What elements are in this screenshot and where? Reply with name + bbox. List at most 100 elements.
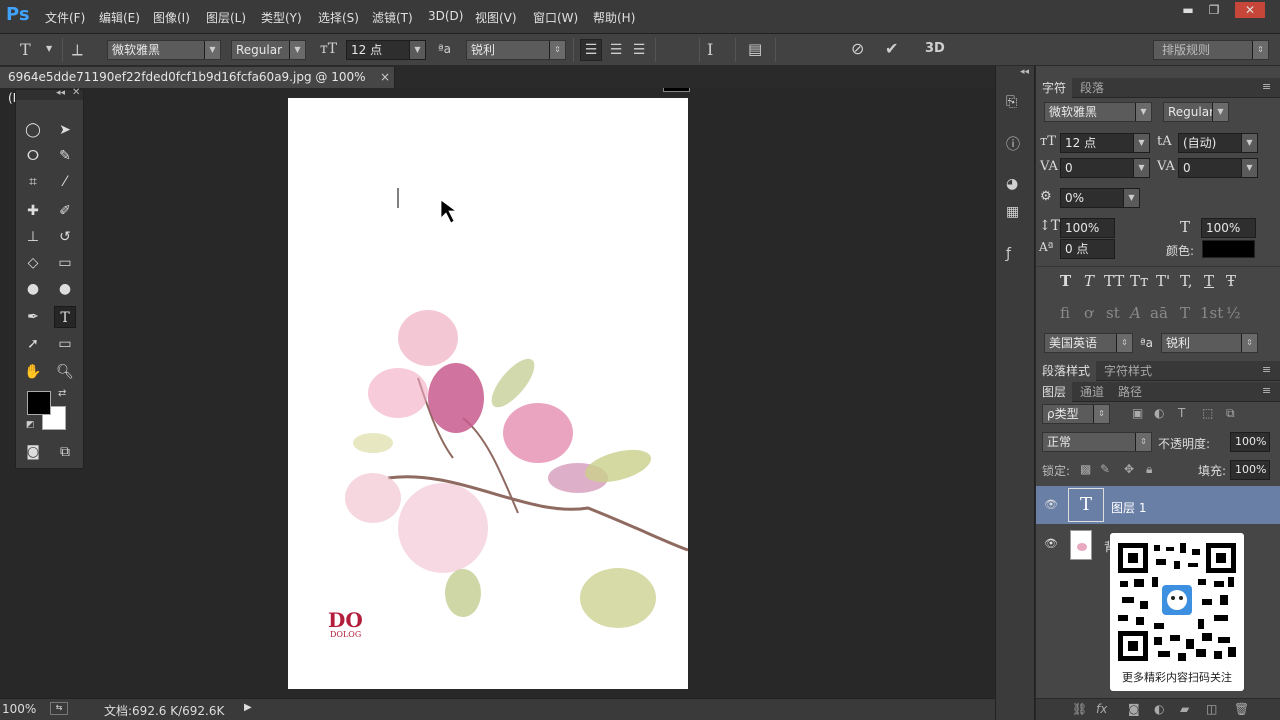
char-tracking-select[interactable]: 0 ▼ bbox=[1178, 158, 1258, 178]
filter-smart-icon[interactable]: ⧉ bbox=[1226, 406, 1235, 421]
lock-transparent-icon[interactable]: ▩ bbox=[1080, 462, 1091, 476]
subscript-icon[interactable]: T, bbox=[1180, 272, 1193, 290]
layer-name[interactable]: 图层 1 bbox=[1111, 499, 1146, 516]
char-scale-select[interactable]: 0% ▼ bbox=[1060, 188, 1140, 208]
preset-dropdown-icon[interactable]: ▼ bbox=[46, 44, 52, 53]
screen-mode-icon[interactable]: ⧉ bbox=[54, 441, 76, 463]
antialias-select[interactable]: 锐利 ⇕ bbox=[466, 40, 566, 60]
3d-button[interactable]: 3D bbox=[925, 41, 945, 56]
history-brush-icon[interactable]: ↺ bbox=[54, 226, 76, 248]
qr-code-overlay[interactable]: 更多精彩内容扫码关注 bbox=[1110, 533, 1244, 691]
ligatures-icon[interactable]: fi bbox=[1060, 304, 1070, 322]
healing-brush-icon[interactable]: ✚ bbox=[22, 200, 44, 222]
tab-character[interactable]: 字符 bbox=[1036, 78, 1073, 98]
lock-pixels-icon[interactable]: ✎ bbox=[1100, 462, 1110, 476]
opacity-input[interactable]: 100% bbox=[1230, 432, 1270, 452]
char-size-select[interactable]: 12 点 ▼ bbox=[1060, 133, 1150, 153]
font-family-select[interactable]: 微软雅黑 ▼ bbox=[107, 40, 221, 60]
filter-type-icon[interactable]: T bbox=[1178, 406, 1185, 420]
menu-window[interactable]: 窗口(W) bbox=[533, 9, 578, 26]
close-tab-icon[interactable]: × bbox=[380, 67, 390, 88]
char-font-family-select[interactable]: 微软雅黑 ▼ bbox=[1044, 102, 1152, 122]
swatches-panel-icon[interactable]: ▦ bbox=[1006, 204, 1019, 220]
rectangle-icon[interactable]: ▭ bbox=[54, 333, 76, 355]
char-font-style-select[interactable]: Regular ▼ bbox=[1163, 102, 1229, 122]
fill-input[interactable]: 100% bbox=[1230, 460, 1270, 480]
type-tool-preset-icon[interactable]: T bbox=[20, 40, 31, 59]
clone-stamp-icon[interactable]: ⊥ bbox=[22, 226, 44, 248]
pen-icon[interactable]: ✒ bbox=[22, 306, 44, 328]
brush-icon[interactable]: ✐ bbox=[54, 200, 76, 222]
menu-select[interactable]: 选择(S) bbox=[318, 9, 359, 26]
lock-position-icon[interactable]: ✥ bbox=[1124, 462, 1134, 476]
status-menu-arrow-icon[interactable]: ▶ bbox=[244, 702, 252, 713]
tab-layers[interactable]: 图层 bbox=[1036, 382, 1073, 402]
eraser-icon[interactable]: ◇ bbox=[22, 252, 44, 274]
layer-style-icon[interactable]: fx bbox=[1096, 702, 1107, 716]
blend-mode-select[interactable]: 正常 ⇕ bbox=[1042, 432, 1152, 452]
swash-icon[interactable]: A bbox=[1130, 304, 1141, 322]
char-antialias-select[interactable]: 锐利 ⇕ bbox=[1161, 333, 1258, 353]
character-panel-icon[interactable]: ▤ bbox=[748, 40, 762, 58]
align-left-icon[interactable]: ☰ bbox=[580, 39, 602, 61]
close-button[interactable]: ✕ bbox=[1235, 2, 1265, 18]
small-caps-icon[interactable]: Tт bbox=[1130, 272, 1148, 290]
styles-panel-icon[interactable]: ƒ bbox=[1006, 246, 1011, 262]
panel-menu-icon[interactable]: ≡ bbox=[1262, 384, 1271, 397]
underline-icon[interactable]: T bbox=[1204, 272, 1214, 290]
all-caps-icon[interactable]: TT bbox=[1104, 272, 1124, 290]
adjustment-layer-icon[interactable]: ◐ bbox=[1154, 702, 1164, 716]
strikethrough-icon[interactable]: Ŧ bbox=[1226, 272, 1236, 290]
collapse-icon[interactable]: ◂◂ bbox=[56, 88, 65, 98]
path-selection-icon[interactable]: ➚ bbox=[22, 333, 44, 355]
lock-all-icon[interactable]: 🔒︎ bbox=[1146, 462, 1152, 477]
font-style-select[interactable]: Regular ▼ bbox=[231, 40, 306, 60]
dodge-icon[interactable]: ● bbox=[54, 278, 76, 300]
superscript-icon[interactable]: T' bbox=[1156, 272, 1170, 290]
panel-menu-icon[interactable]: ≡ bbox=[1262, 80, 1271, 93]
elliptical-marquee-icon[interactable]: ◯ bbox=[22, 119, 44, 141]
font-size-select[interactable]: 12 点 ▼ bbox=[346, 40, 426, 60]
menu-image[interactable]: 图像(I) bbox=[153, 9, 190, 26]
char-kerning-select[interactable]: 0 ▼ bbox=[1060, 158, 1150, 178]
info-panel-icon[interactable]: ⓘ bbox=[1006, 134, 1020, 154]
align-right-icon[interactable]: ☰ bbox=[628, 39, 650, 61]
new-group-icon[interactable]: ▰ bbox=[1180, 702, 1189, 716]
char-color-swatch[interactable] bbox=[1202, 240, 1255, 258]
titling-alternates-icon[interactable]: T bbox=[1180, 304, 1190, 322]
stylistic-alternates-icon[interactable]: aā bbox=[1150, 304, 1168, 322]
discretionary-ligatures-icon[interactable]: st bbox=[1106, 304, 1120, 322]
zoom-level[interactable]: 100% bbox=[2, 702, 36, 716]
commit-check-icon[interactable]: ✔ bbox=[885, 39, 898, 58]
faux-bold-icon[interactable]: T bbox=[1060, 272, 1071, 290]
char-leading-select[interactable]: (自动) ▼ bbox=[1178, 133, 1258, 153]
default-colors-icon[interactable]: ◩ bbox=[26, 420, 35, 430]
blur-icon[interactable]: ● bbox=[22, 278, 44, 300]
eyedropper-icon[interactable]: ⁄ bbox=[54, 171, 76, 193]
tab-paths[interactable]: 路径 bbox=[1112, 382, 1148, 402]
lasso-icon[interactable]: ⵔ bbox=[22, 145, 44, 167]
char-baseline-input[interactable]: 0 点 bbox=[1060, 239, 1115, 259]
layer-row[interactable]: 👁︎ T 图层 1 bbox=[1036, 486, 1280, 524]
typesetting-select[interactable]: 排版规则 ⇕ bbox=[1153, 40, 1269, 60]
visibility-eye-icon[interactable]: 👁︎ bbox=[1044, 498, 1058, 512]
layer-filter-select[interactable]: ρ类型 ⇕ bbox=[1042, 404, 1110, 424]
foreground-color-swatch[interactable] bbox=[27, 391, 51, 415]
filter-adjustment-icon[interactable]: ◐ bbox=[1154, 406, 1164, 420]
faux-italic-icon[interactable]: T bbox=[1084, 272, 1094, 290]
tab-channels[interactable]: 通道 bbox=[1074, 382, 1110, 402]
gradient-icon[interactable]: ▭ bbox=[54, 252, 76, 274]
menu-edit[interactable]: 编辑(E) bbox=[99, 9, 140, 26]
char-hscale-input[interactable]: 100% bbox=[1201, 218, 1256, 238]
cancel-icon[interactable]: ⊘ bbox=[851, 39, 864, 58]
menu-file[interactable]: 文件(F) bbox=[45, 9, 85, 26]
ordinals-icon[interactable]: 1st bbox=[1200, 304, 1223, 322]
type-tool-icon[interactable]: T bbox=[54, 306, 76, 328]
menu-3d[interactable]: 3D(D) bbox=[428, 9, 463, 23]
align-center-icon[interactable]: ☰ bbox=[605, 39, 627, 61]
quick-selection-icon[interactable]: ✎ bbox=[54, 145, 76, 167]
fractions-icon[interactable]: ½ bbox=[1226, 304, 1241, 322]
language-select[interactable]: 美国英语 ⇕ bbox=[1044, 333, 1133, 353]
move-tool-icon[interactable]: ➤ bbox=[54, 119, 76, 141]
close-toolbox-icon[interactable]: ✕ bbox=[72, 87, 80, 98]
